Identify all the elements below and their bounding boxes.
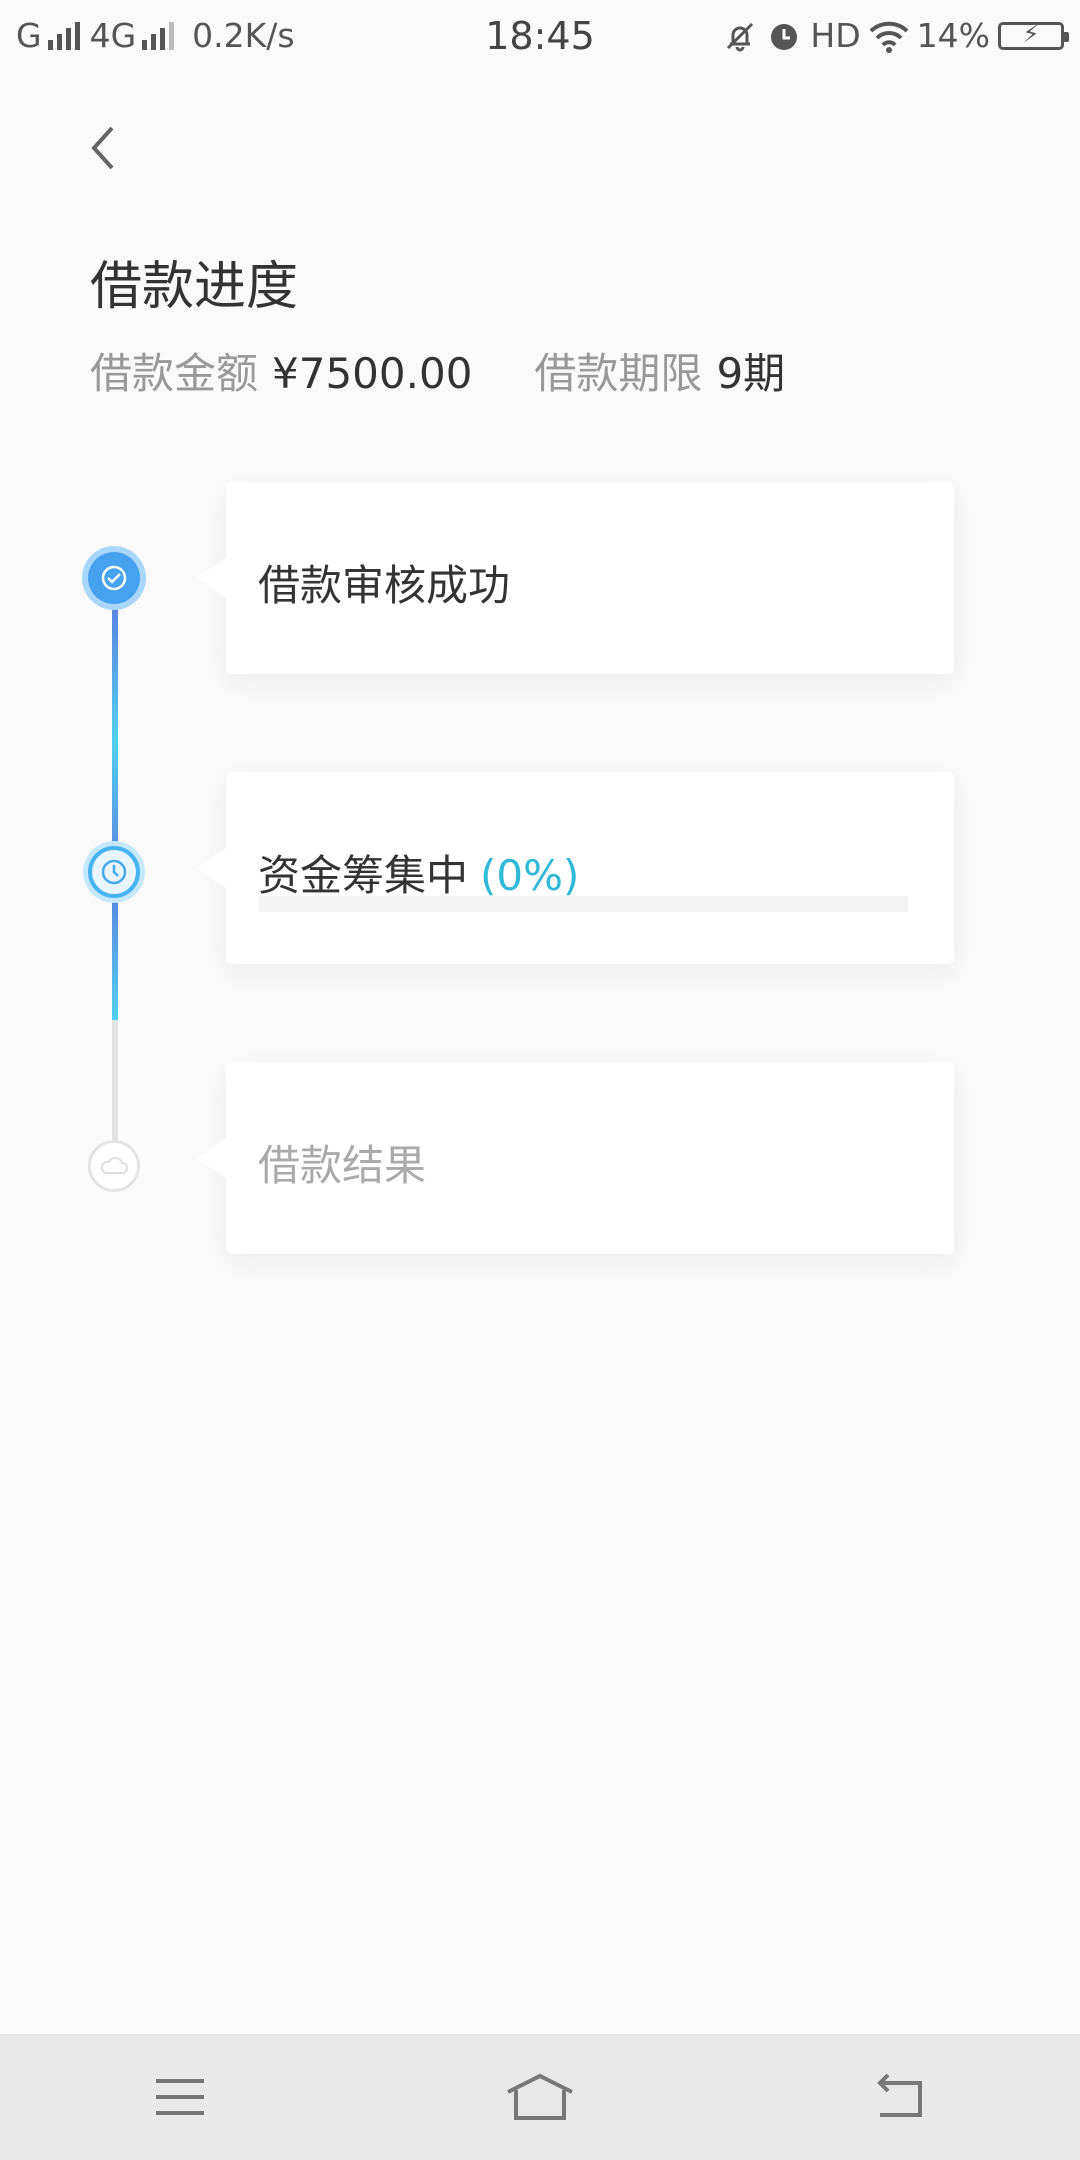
amount-value: ¥7500.00 xyxy=(272,349,473,398)
chevron-left-icon xyxy=(91,126,114,170)
hd-label: HD xyxy=(810,16,861,55)
menu-button[interactable] xyxy=(120,2057,240,2137)
home-button[interactable] xyxy=(480,2057,600,2137)
back-button[interactable] xyxy=(78,118,128,178)
cloud-icon xyxy=(100,1157,128,1174)
step-label-funding: 资金筹集中 xyxy=(258,851,469,900)
clock-icon xyxy=(101,859,127,885)
step-label-result: 借款结果 xyxy=(258,1141,427,1190)
step-label-review: 借款审核成功 xyxy=(258,561,511,610)
mute-icon xyxy=(727,22,754,51)
back-icon xyxy=(877,2073,922,2117)
back-nav-button[interactable] xyxy=(840,2057,960,2137)
funding-percent: (0%) xyxy=(480,851,580,900)
loan-summary: 借款金额 ¥7500.00 借款期限 9期 xyxy=(90,340,785,401)
step-node-done xyxy=(88,552,140,604)
step-card-review[interactable]: 借款审核成功 xyxy=(196,482,954,674)
step-card-result[interactable]: 借款结果 xyxy=(196,1062,954,1254)
wifi-icon xyxy=(869,21,909,53)
step-node-pending xyxy=(88,1140,140,1192)
system-nav-bar xyxy=(0,2034,1080,2160)
term-value: 9期 xyxy=(716,349,786,398)
step-card-funding[interactable]: 资金筹集中 (0%) xyxy=(196,772,954,964)
page-title: 借款进度 xyxy=(90,257,299,317)
amount-label: 借款金额 xyxy=(90,349,259,398)
status-bar: G 4G 0.2K/s 18:45 HD 14% ⚡ xyxy=(0,0,1080,72)
timeline-line-done xyxy=(112,600,118,1020)
battery-charging-icon: ⚡ xyxy=(998,20,1069,50)
battery-percent: 14% xyxy=(916,16,990,55)
term-label: 借款期限 xyxy=(534,349,703,398)
home-icon xyxy=(507,2073,573,2120)
status-right: HD 14% ⚡ xyxy=(722,16,1069,55)
check-icon xyxy=(101,565,127,591)
funding-progress-bar xyxy=(258,896,908,912)
step-label-funding-wrap: 资金筹集中 (0%) xyxy=(258,842,579,903)
menu-icon xyxy=(156,2079,204,2115)
alarm-icon xyxy=(771,23,798,50)
step-node-current xyxy=(88,846,140,898)
